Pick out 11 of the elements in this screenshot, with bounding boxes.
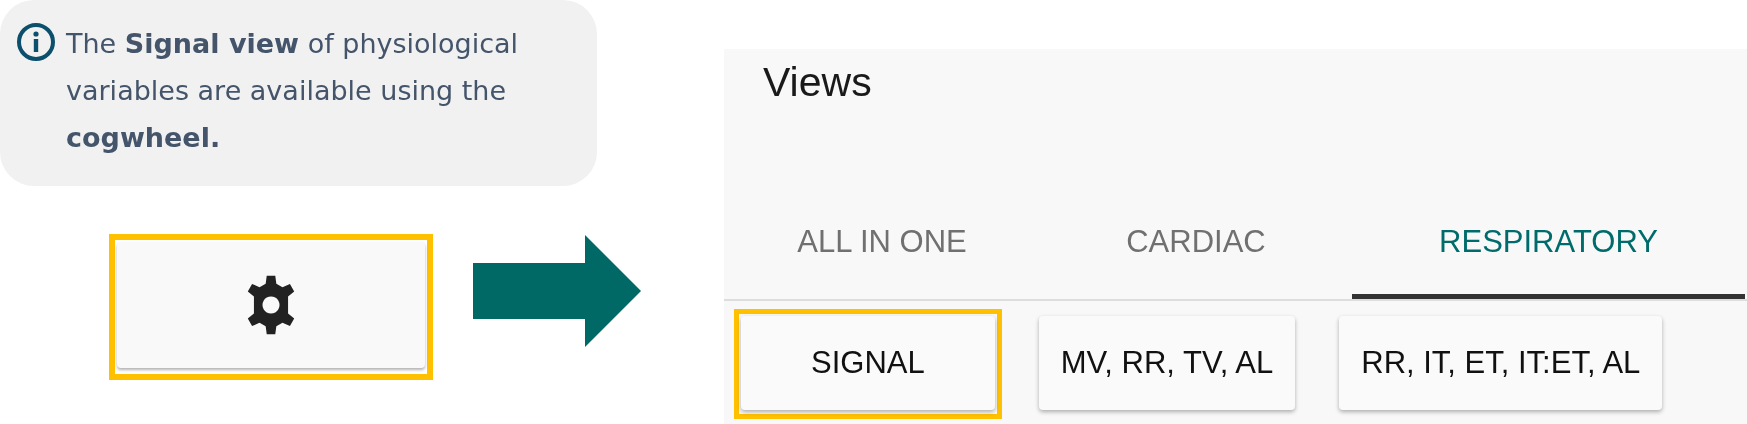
info-icon xyxy=(16,22,56,62)
view-button[interactable]: SIGNAL xyxy=(741,316,995,410)
info-text: The Signal view of physiological variables are available using the cogwheel. xyxy=(66,27,520,155)
settings-button[interactable] xyxy=(117,242,425,368)
view-tab[interactable]: ALL IN ONE xyxy=(724,189,1040,299)
panel-title: Views xyxy=(762,58,873,107)
view-button[interactable]: MV, RR, TV, AL xyxy=(1038,316,1296,410)
view-tab[interactable]: RESPIRATORY xyxy=(1352,189,1745,299)
view-button[interactable]: RR, IT, ET, IT:ET, AL xyxy=(1339,316,1663,410)
arrow-icon xyxy=(473,235,641,347)
view-tab[interactable]: CARDIAC xyxy=(1040,189,1352,299)
